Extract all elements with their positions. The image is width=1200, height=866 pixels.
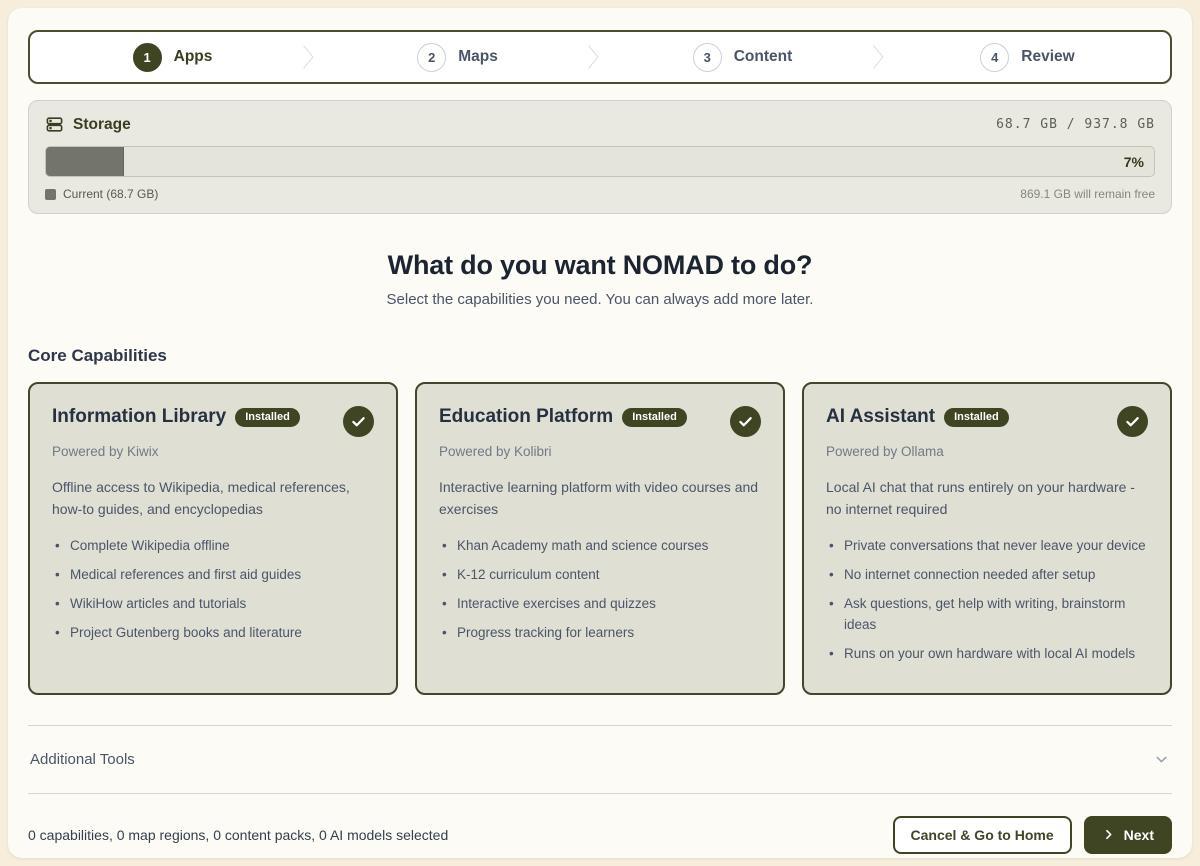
core-capabilities-heading: Core Capabilities (28, 346, 1172, 366)
feature-text: Progress tracking for learners (457, 625, 634, 640)
chevron-down-icon (1153, 751, 1170, 768)
card-title: Information Library (52, 406, 226, 428)
stepper-step[interactable]: 3 Content (600, 32, 885, 82)
selection-summary: 0 capabilities, 0 map regions, 0 content… (28, 827, 448, 843)
divider (28, 793, 1172, 794)
additional-tools-label: Additional Tools (30, 751, 135, 768)
feature-text: WikiHow articles and tutorials (70, 596, 246, 611)
feature-text: Project Gutenberg books and literature (70, 625, 302, 640)
stepper: 1 Apps 2 Maps 3 Content 4 Review (28, 30, 1172, 84)
page-title: What do you want NOMAD to do? (28, 250, 1172, 281)
card-title: Education Platform (439, 406, 613, 428)
step-label: Review (1021, 48, 1074, 66)
feature-text: Khan Academy math and science courses (457, 538, 708, 553)
feature-item: Runs on your own hardware with local AI … (826, 644, 1148, 665)
step-label: Content (734, 48, 793, 66)
feature-text: Runs on your own hardware with local AI … (844, 646, 1135, 661)
capability-card[interactable]: Education Platform Installed Powered by … (415, 382, 785, 695)
feature-text: K-12 curriculum content (457, 567, 600, 582)
feature-item: Khan Academy math and science courses (439, 536, 761, 557)
storage-percent-label: 7% (1124, 154, 1144, 170)
selected-check-icon (1117, 406, 1148, 437)
card-header: Information Library Installed (52, 406, 374, 437)
chevron-right-icon (1102, 828, 1115, 841)
capability-card[interactable]: Information Library Installed Powered by… (28, 382, 398, 695)
powered-by-label: Powered by Kolibri (439, 444, 761, 459)
feature-item: No internet connection needed after setu… (826, 565, 1148, 586)
cancel-button-label: Cancel & Go to Home (911, 827, 1054, 843)
feature-item: WikiHow articles and tutorials (52, 594, 374, 615)
step-number-circle: 4 (980, 43, 1009, 72)
feature-text: Interactive exercises and quizzes (457, 596, 656, 611)
feature-item: Interactive exercises and quizzes (439, 594, 761, 615)
feature-text: Complete Wikipedia offline (70, 538, 230, 553)
cancel-button[interactable]: Cancel & Go to Home (893, 816, 1072, 854)
powered-by-label: Powered by Ollama (826, 444, 1148, 459)
step-number-circle: 2 (417, 43, 446, 72)
installed-badge: Installed (235, 408, 300, 427)
feature-list: Complete Wikipedia offline Medical refer… (52, 536, 374, 644)
card-description: Local AI chat that runs entirely on your… (826, 477, 1148, 520)
feature-item: Complete Wikipedia offline (52, 536, 374, 557)
feature-item: Progress tracking for learners (439, 623, 761, 644)
installed-badge: Installed (944, 408, 1009, 427)
feature-text: Medical references and first aid guides (70, 567, 301, 582)
stepper-step[interactable]: 4 Review (885, 32, 1170, 82)
step-label: Maps (458, 48, 498, 66)
feature-item: Project Gutenberg books and literature (52, 623, 374, 644)
cards-grid: Information Library Installed Powered by… (28, 382, 1172, 695)
storage-progress-fill (46, 147, 124, 176)
storage-progress-bar: 7% (45, 146, 1155, 177)
stepper-step[interactable]: 2 Maps (315, 32, 600, 82)
card-title: AI Assistant (826, 406, 935, 428)
feature-item: K-12 curriculum content (439, 565, 761, 586)
next-button[interactable]: Next (1084, 816, 1172, 854)
next-button-label: Next (1124, 827, 1154, 843)
legend-current-swatch (45, 189, 56, 200)
step-number-circle: 3 (693, 43, 722, 72)
storage-usage-text: 68.7 GB / 937.8 GB (996, 117, 1155, 132)
selected-check-icon (343, 406, 374, 437)
capability-card[interactable]: AI Assistant Installed Powered by Ollama… (802, 382, 1172, 695)
storage-remaining-label: 869.1 GB will remain free (1020, 187, 1155, 201)
card-description: Offline access to Wikipedia, medical ref… (52, 477, 374, 520)
step-number-circle: 1 (133, 43, 162, 72)
wizard-page: 1 Apps 2 Maps 3 Content 4 Review (8, 8, 1192, 858)
card-header: Education Platform Installed (439, 406, 761, 437)
feature-text: No internet connection needed after setu… (844, 567, 1095, 582)
additional-tools-toggle[interactable]: Additional Tools (28, 726, 1172, 793)
legend-current-label: Current (68.7 GB) (63, 187, 158, 201)
feature-item: Ask questions, get help with writing, br… (826, 594, 1148, 636)
storage-title: Storage (73, 116, 131, 134)
powered-by-label: Powered by Kiwix (52, 444, 374, 459)
stepper-step[interactable]: 1 Apps (30, 32, 315, 82)
installed-badge: Installed (622, 408, 687, 427)
feature-list: Khan Academy math and science courses K-… (439, 536, 761, 644)
card-header: AI Assistant Installed (826, 406, 1148, 437)
wizard-footer: 0 capabilities, 0 map regions, 0 content… (28, 816, 1172, 854)
page-subtitle: Select the capabilities you need. You ca… (28, 291, 1172, 308)
storage-drive-icon (45, 115, 64, 134)
card-description: Interactive learning platform with video… (439, 477, 761, 520)
feature-item: Private conversations that never leave y… (826, 536, 1148, 557)
feature-list: Private conversations that never leave y… (826, 536, 1148, 665)
feature-text: Private conversations that never leave y… (844, 538, 1146, 553)
feature-text: Ask questions, get help with writing, br… (844, 596, 1125, 632)
selected-check-icon (730, 406, 761, 437)
step-label: Apps (174, 48, 213, 66)
feature-item: Medical references and first aid guides (52, 565, 374, 586)
storage-panel: Storage 68.7 GB / 937.8 GB 7% Current (6… (28, 100, 1172, 214)
